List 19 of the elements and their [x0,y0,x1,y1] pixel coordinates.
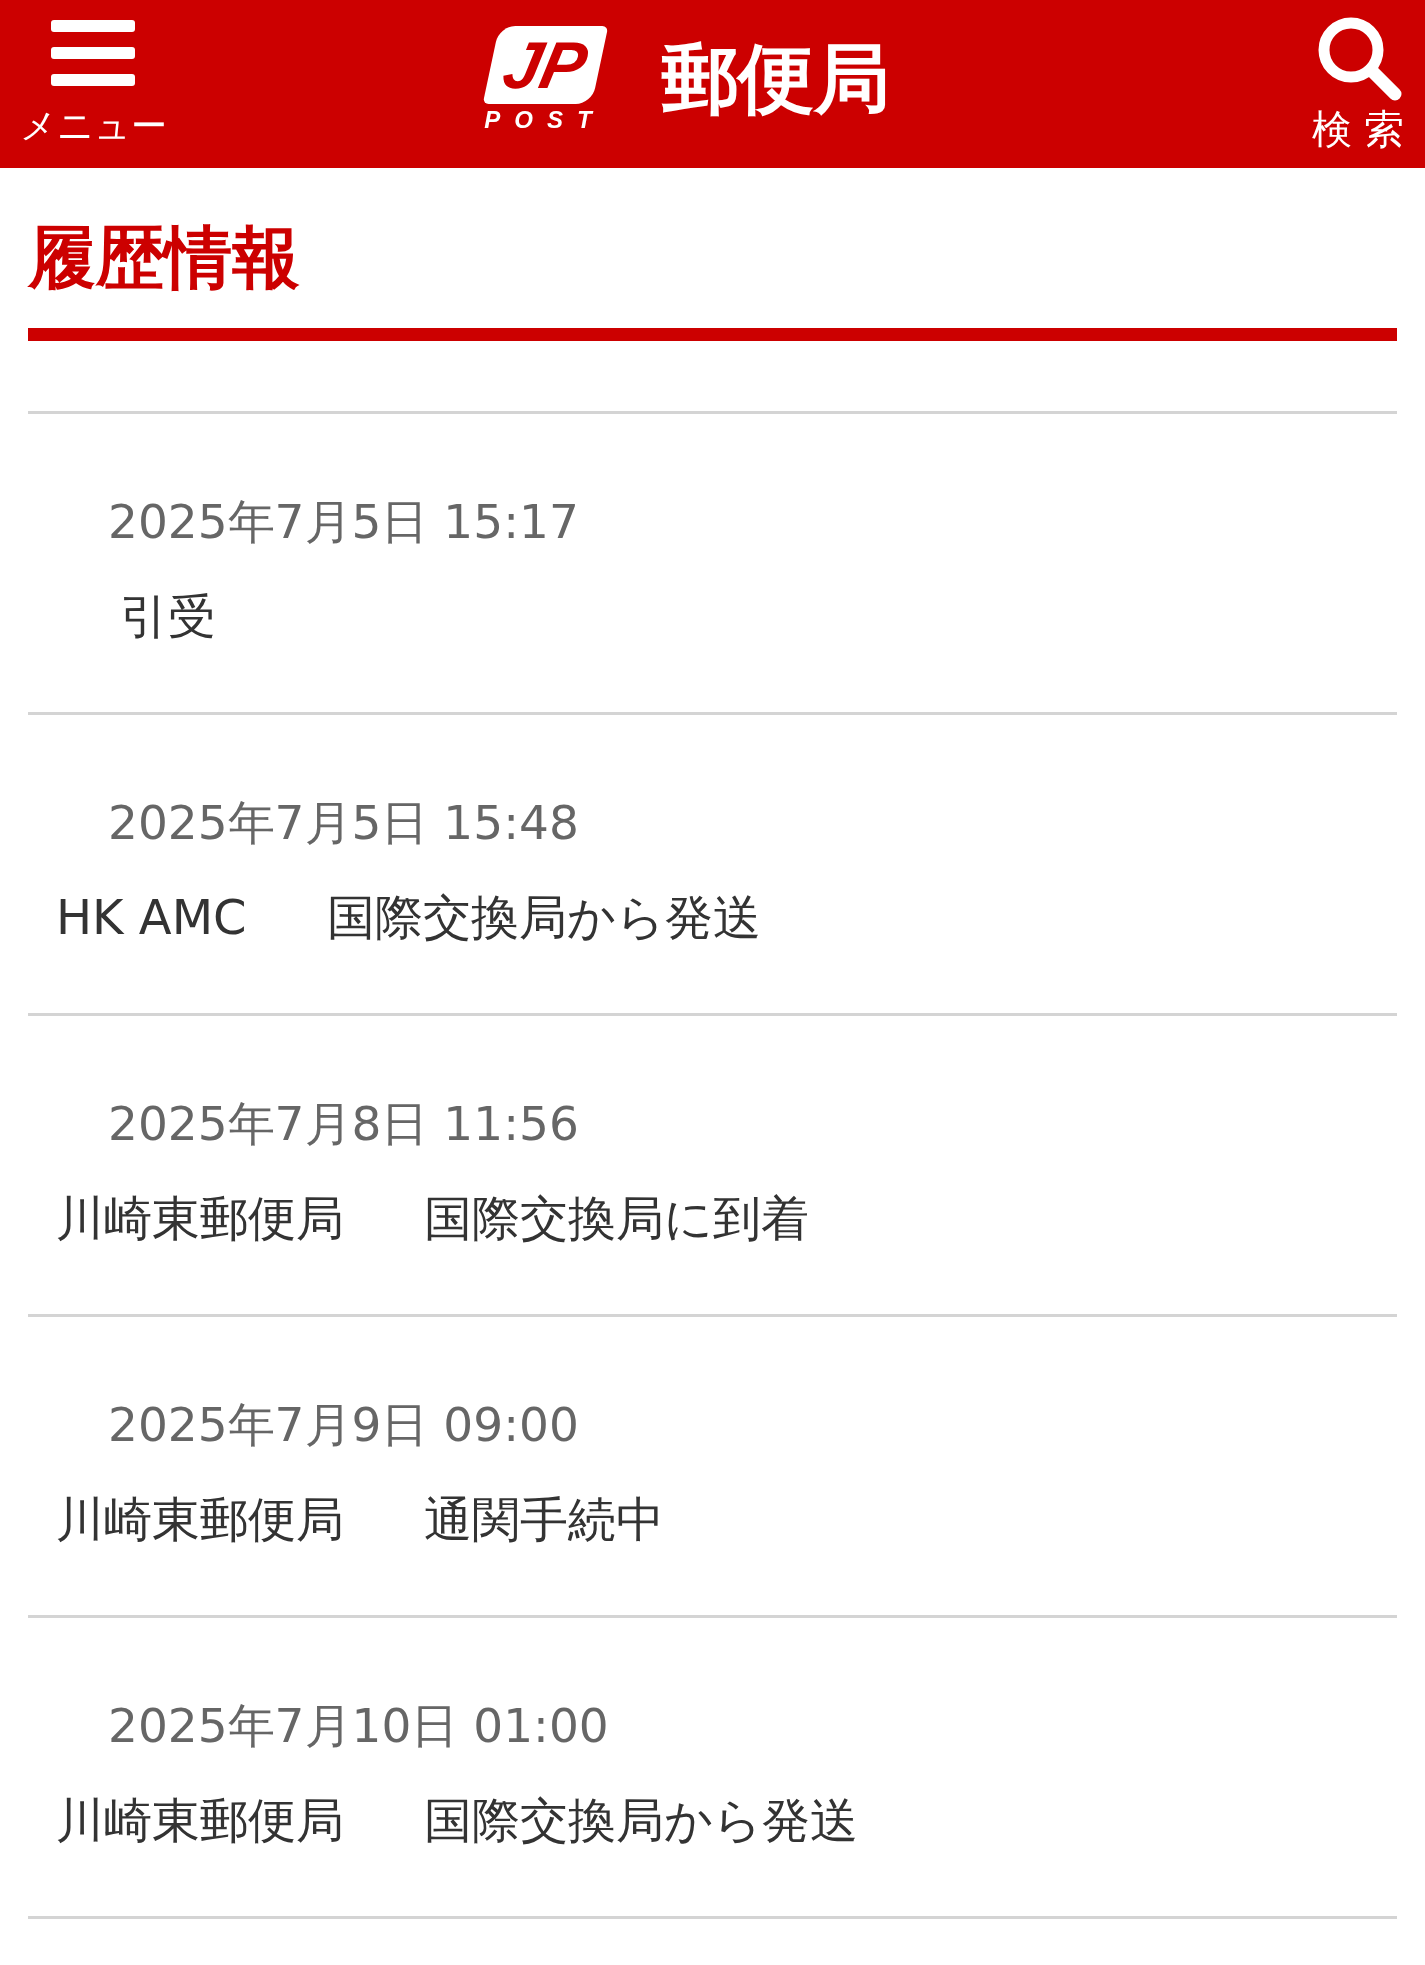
menu-icon [51,17,135,88]
history-location: HK AMC [56,888,247,947]
history-location: 川崎東郵便局 [56,1189,344,1248]
section-title: 履歴情報 [28,217,301,299]
search-button[interactable]: 検 索 [1303,11,1413,157]
history-datetime: 2025年7月5日 15:17 [107,493,580,550]
history-datetime: 2025年7月5日 15:48 [107,794,580,851]
history-status: 国際交換局に到着 [424,1189,809,1248]
menu-button[interactable]: メニュー [8,17,178,151]
history-datetime: 2025年7月8日 11:56 [107,1095,580,1152]
history-status: 国際交換局から発送 [326,888,761,947]
history-status: 国際交換局から発送 [424,1791,858,1850]
history-location: 川崎東郵便局 [56,1490,344,1549]
site-name: 郵便局 [662,32,890,125]
history-datetime: 2025年7月10日 01:00 [107,1697,610,1754]
history-datetime: 2025年7月9日 09:00 [107,1396,580,1453]
history-status: 通関手続中 [424,1490,664,1549]
history-status: 引受 [119,587,216,646]
history-location: 川崎東郵便局 [56,1791,344,1850]
